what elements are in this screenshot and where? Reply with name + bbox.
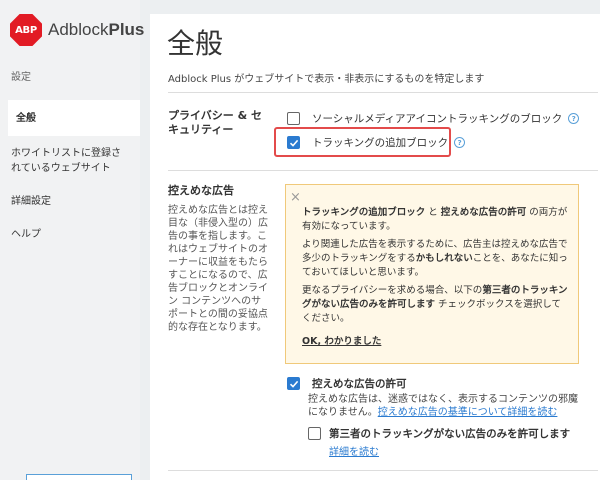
page-title: 全般 (167, 27, 224, 60)
notice-paragraph-1: トラッキングの追加ブロック と 控えめな広告の許可 の両方が有効になっています。 (302, 207, 568, 232)
sidebar-item-help[interactable]: ヘルプ (0, 227, 140, 242)
divider (168, 92, 598, 93)
privacy-section-title: プライバシー & セ キュリティー (168, 109, 263, 136)
sidebar: ABP AdblockPlus 設定 全般 ホワイトリストに登録されているウェブ… (0, 0, 144, 480)
allow-acceptable-ads-description: 控えめな広告は、迷惑ではなく、表示するコンテンツの邪魔になりません。控えめな広告… (308, 394, 578, 418)
social-tracking-label: ソーシャルメディアアイコントラッキングのブロック (312, 113, 563, 125)
settings-label: 設定 (11, 72, 31, 83)
help-icon[interactable]: ? (454, 137, 466, 148)
additional-tracking-checkbox[interactable] (287, 136, 300, 149)
no-tracking-ads-checkbox[interactable] (308, 427, 321, 440)
option-no-tracking-ads: 第三者のトラッキングがない広告のみを許可します (308, 426, 570, 441)
notice-paragraph-3: 更なるプライバシーを求める場合、以下の第三者のトラッキングがない広告のみを許可し… (302, 285, 568, 324)
brand-name: AdblockPlus (48, 20, 145, 39)
social-tracking-checkbox[interactable] (287, 112, 300, 125)
additional-tracking-label: トラッキングの追加ブロック (312, 137, 449, 149)
divider (168, 470, 598, 471)
page-subtitle: Adblock Plus がウェブサイトで表示・非表示にするものを特定します (168, 74, 485, 85)
sidebar-item-general[interactable]: 全般 (8, 100, 140, 136)
main-panel: 全般 Adblock Plus がウェブサイトで表示・非表示にするものを特定しま… (150, 14, 600, 480)
tracking-notice: × トラッキングの追加ブロック と 控えめな広告の許可 の両方が有効になっていま… (285, 184, 579, 364)
sidebar-item-whitelist[interactable]: ホワイトリストに登録されているウェブサイト (0, 146, 140, 176)
close-icon[interactable]: × (290, 190, 301, 205)
sidebar-bottom-button[interactable] (26, 474, 132, 480)
allow-acceptable-ads-checkbox[interactable] (287, 377, 300, 390)
sidebar-nav: 全般 ホワイトリストに登録されているウェブサイト 詳細設定 ヘルプ (0, 100, 140, 242)
notice-paragraph-2: より関連した広告を表示するために、広告主は控えめな広告で多少のトラッキングをする… (302, 239, 568, 278)
option-social-tracking: ソーシャルメディアアイコントラッキングのブロック ? (287, 111, 580, 126)
acceptable-ads-description: 控えめな広告とは控え 目な（非侵入型の）広 告の事を指します。こ れはウェブサイ… (168, 205, 268, 333)
divider (168, 170, 598, 171)
check-icon (289, 139, 298, 147)
sidebar-item-advanced[interactable]: 詳細設定 (0, 194, 140, 209)
option-allow-acceptable-ads: 控えめな広告の許可 (287, 376, 407, 391)
read-more-link[interactable]: 詳細を読む (329, 446, 379, 459)
check-icon (289, 380, 298, 388)
help-icon[interactable]: ? (568, 113, 580, 124)
acceptable-ads-criteria-link[interactable]: 控えめな広告の基準について詳細を読む (378, 407, 558, 418)
allow-acceptable-ads-label: 控えめな広告の許可 (312, 378, 407, 390)
no-tracking-ads-label: 第三者のトラッキングがない広告のみを許可します (329, 428, 571, 440)
option-additional-tracking: トラッキングの追加ブロック ? (287, 135, 466, 150)
notice-ok-link[interactable]: OK, わかりました (302, 333, 381, 347)
abp-logo-icon: ABP (10, 14, 42, 46)
abp-logo: ABP AdblockPlus (10, 14, 144, 46)
acceptable-ads-title: 控えめな広告 (168, 184, 234, 197)
